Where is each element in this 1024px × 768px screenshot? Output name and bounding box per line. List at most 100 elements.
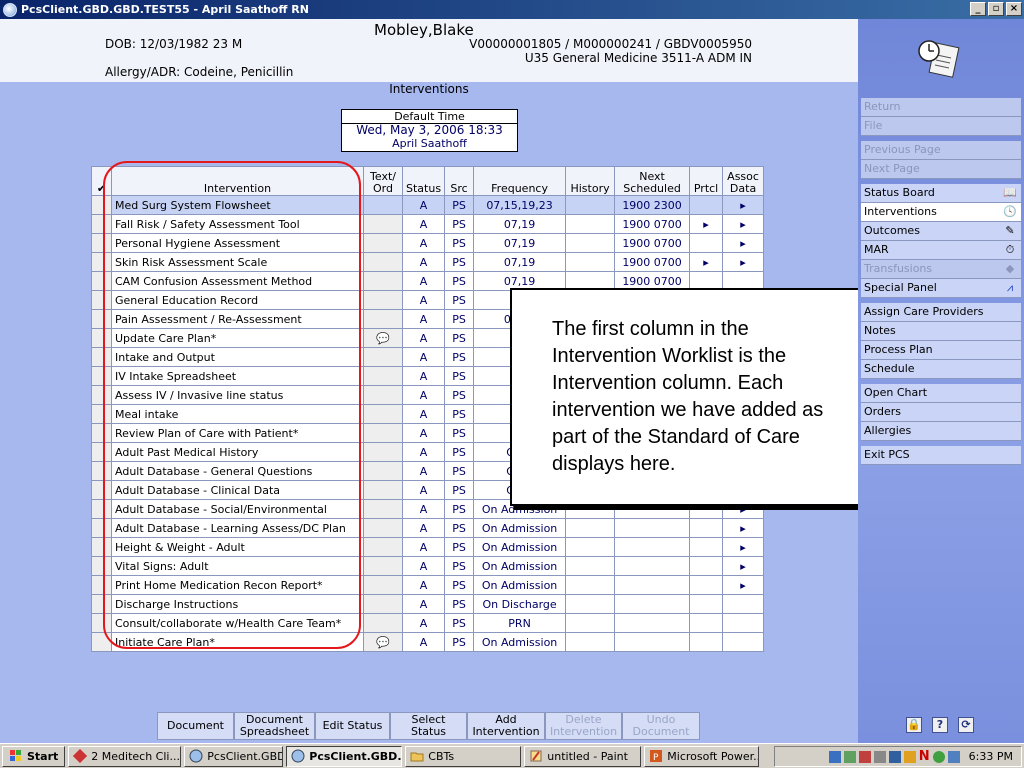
row-check-cell[interactable] [91,461,112,481]
prtcl-cell[interactable] [689,537,724,557]
row-check-cell[interactable] [91,366,112,386]
assoc-data-cell[interactable]: ▸ [722,233,765,253]
row-check-cell[interactable] [91,214,112,234]
wireless-icon[interactable] [932,750,945,763]
assoc-data-cell[interactable]: ▸ [722,252,765,272]
header-intervention[interactable]: Intervention [111,166,364,196]
row-check-cell[interactable] [91,423,112,443]
document-spreadsheet-button[interactable]: Document Spreadsheet [234,712,315,740]
norton-icon[interactable]: N [919,749,930,764]
intervention-name[interactable]: Assess IV / Invasive line status [111,385,364,405]
assoc-data-cell[interactable] [722,613,765,633]
sidebar-item-interventions[interactable]: Interventions 🕓 [861,203,1021,222]
table-row[interactable]: Height & Weight - Adult A PS On Admission ▸ [91,537,765,557]
prtcl-cell[interactable] [689,632,724,652]
intervention-name[interactable]: Fall Risk / Safety Assessment Tool [111,214,364,234]
sidebar-item-exit-pcs[interactable]: Exit PCS [861,446,1021,465]
connection-icon[interactable] [888,750,901,763]
intervention-name[interactable]: Intake and Output [111,347,364,367]
intervention-name[interactable]: Initiate Care Plan* [111,632,364,652]
prtcl-cell[interactable] [689,613,724,633]
header-check[interactable]: ✔ [91,166,112,196]
table-row[interactable]: Consult/collaborate w/Health Care Team* A… [91,613,765,633]
intervention-name[interactable]: Update Care Plan* [111,328,364,348]
sidebar-item-notes[interactable]: Notes [861,322,1021,341]
header-prtcl[interactable]: Prtcl [689,166,724,196]
row-check-cell[interactable] [91,499,112,519]
refresh-icon[interactable]: ⟳ [958,717,974,733]
prtcl-cell[interactable]: ▸ [689,214,724,234]
sidebar-item-special-panel[interactable]: Special Panel ⩘ [861,279,1021,298]
taskbar-item-powerpoint[interactable]: P Microsoft Power... [644,745,760,767]
intervention-name[interactable]: Discharge Instructions [111,594,364,614]
edit-status-button[interactable]: Edit Status [315,712,390,740]
row-check-cell[interactable] [91,271,112,291]
table-row[interactable]: Print Home Medication Recon Report* A PS On… [91,575,765,595]
lock-icon[interactable]: 🔒 [906,717,922,733]
row-check-cell[interactable] [91,195,112,215]
assoc-data-cell[interactable]: ▸ [722,575,765,595]
assoc-data-cell[interactable] [722,594,765,614]
intervention-name[interactable]: Adult Database - Clinical Data [111,480,364,500]
intervention-name[interactable]: Vital Signs: Adult [111,556,364,576]
intervention-name[interactable]: Print Home Medication Recon Report* [111,575,364,595]
header-src[interactable]: Src [444,166,475,196]
sidebar-item-status-board[interactable]: Status Board 📖 [861,184,1021,203]
row-check-cell[interactable] [91,328,112,348]
taskbar-item-pcsclient-2[interactable]: PcsClient.GBD... [286,745,403,767]
header-history[interactable]: History [565,166,616,196]
header-status[interactable]: Status [401,166,446,196]
table-row[interactable]: Vital Signs: Adult A PS On Admission ▸ [91,556,765,576]
sidebar-item-schedule[interactable]: Schedule [861,360,1021,379]
prtcl-cell[interactable] [689,556,724,576]
sidebar-item-outcomes[interactable]: Outcomes ✎ [861,222,1021,241]
row-check-cell[interactable] [91,309,112,329]
table-row[interactable]: Adult Database - Learning Assess/DC Plan… [91,518,765,538]
header-assoc-data[interactable]: Assoc Data [722,166,765,196]
row-check-cell[interactable] [91,632,112,652]
sidebar-item-process-plan[interactable]: Process Plan [861,341,1021,360]
prtcl-cell[interactable] [689,233,724,253]
intervention-name[interactable]: IV Intake Spreadsheet [111,366,364,386]
row-check-cell[interactable] [91,613,112,633]
prtcl-cell[interactable] [689,575,724,595]
table-row[interactable]: Personal Hygiene Assessment A PS 07,19 1900 … [91,233,765,253]
header-next-scheduled[interactable]: Next Scheduled [614,166,691,196]
intervention-name[interactable]: Meal intake [111,404,364,424]
sidebar-item-mar[interactable]: MAR ⏱ [861,241,1021,260]
volume-icon[interactable] [873,750,886,763]
select-status-button[interactable]: Select Status [390,712,467,740]
header-frequency[interactable]: Frequency [473,166,567,196]
row-check-cell[interactable] [91,480,112,500]
prtcl-cell[interactable] [689,518,724,538]
clock[interactable]: 6:33 PM [969,750,1013,763]
sidebar-item-orders[interactable]: Orders [861,403,1021,422]
row-check-cell[interactable] [91,556,112,576]
prtcl-cell[interactable] [689,594,724,614]
start-button[interactable]: Start [2,745,66,767]
row-check-cell[interactable] [91,233,112,253]
row-check-cell[interactable] [91,442,112,462]
sidebar-item-open-chart[interactable]: Open Chart [861,384,1021,403]
intervention-name[interactable]: Consult/collaborate w/Health Care Team* [111,613,364,633]
sidebar-item-allergies[interactable]: Allergies [861,422,1021,441]
row-check-cell[interactable] [91,385,112,405]
intervention-name[interactable]: Review Plan of Care with Patient* [111,423,364,443]
intervention-name[interactable]: Adult Past Medical History [111,442,364,462]
row-check-cell[interactable] [91,252,112,272]
assoc-data-cell[interactable]: ▸ [722,195,765,215]
intervention-name[interactable]: Personal Hygiene Assessment [111,233,364,253]
table-row[interactable]: Discharge Instructions A PS On Discharge [91,594,765,614]
add-intervention-button[interactable]: Add Intervention [467,712,545,740]
prtcl-cell[interactable]: ▸ [689,252,724,272]
row-check-cell[interactable] [91,594,112,614]
sidebar-item-assign-care-providers[interactable]: Assign Care Providers [861,303,1021,322]
assoc-data-cell[interactable]: ▸ [722,518,765,538]
table-row[interactable]: Skin Risk Assessment Scale A PS 07,19 1900 0… [91,252,765,272]
default-time-box[interactable]: Default Time Wed, May 3, 2006 18:33 Apri… [341,109,518,152]
intervention-name[interactable]: Pain Assessment / Re-Assessment [111,309,364,329]
intervention-name[interactable]: CAM Confusion Assessment Method [111,271,364,291]
maximize-button[interactable]: ▫ [988,2,1004,16]
security-icon[interactable] [858,750,871,763]
prtcl-cell[interactable] [689,195,724,215]
